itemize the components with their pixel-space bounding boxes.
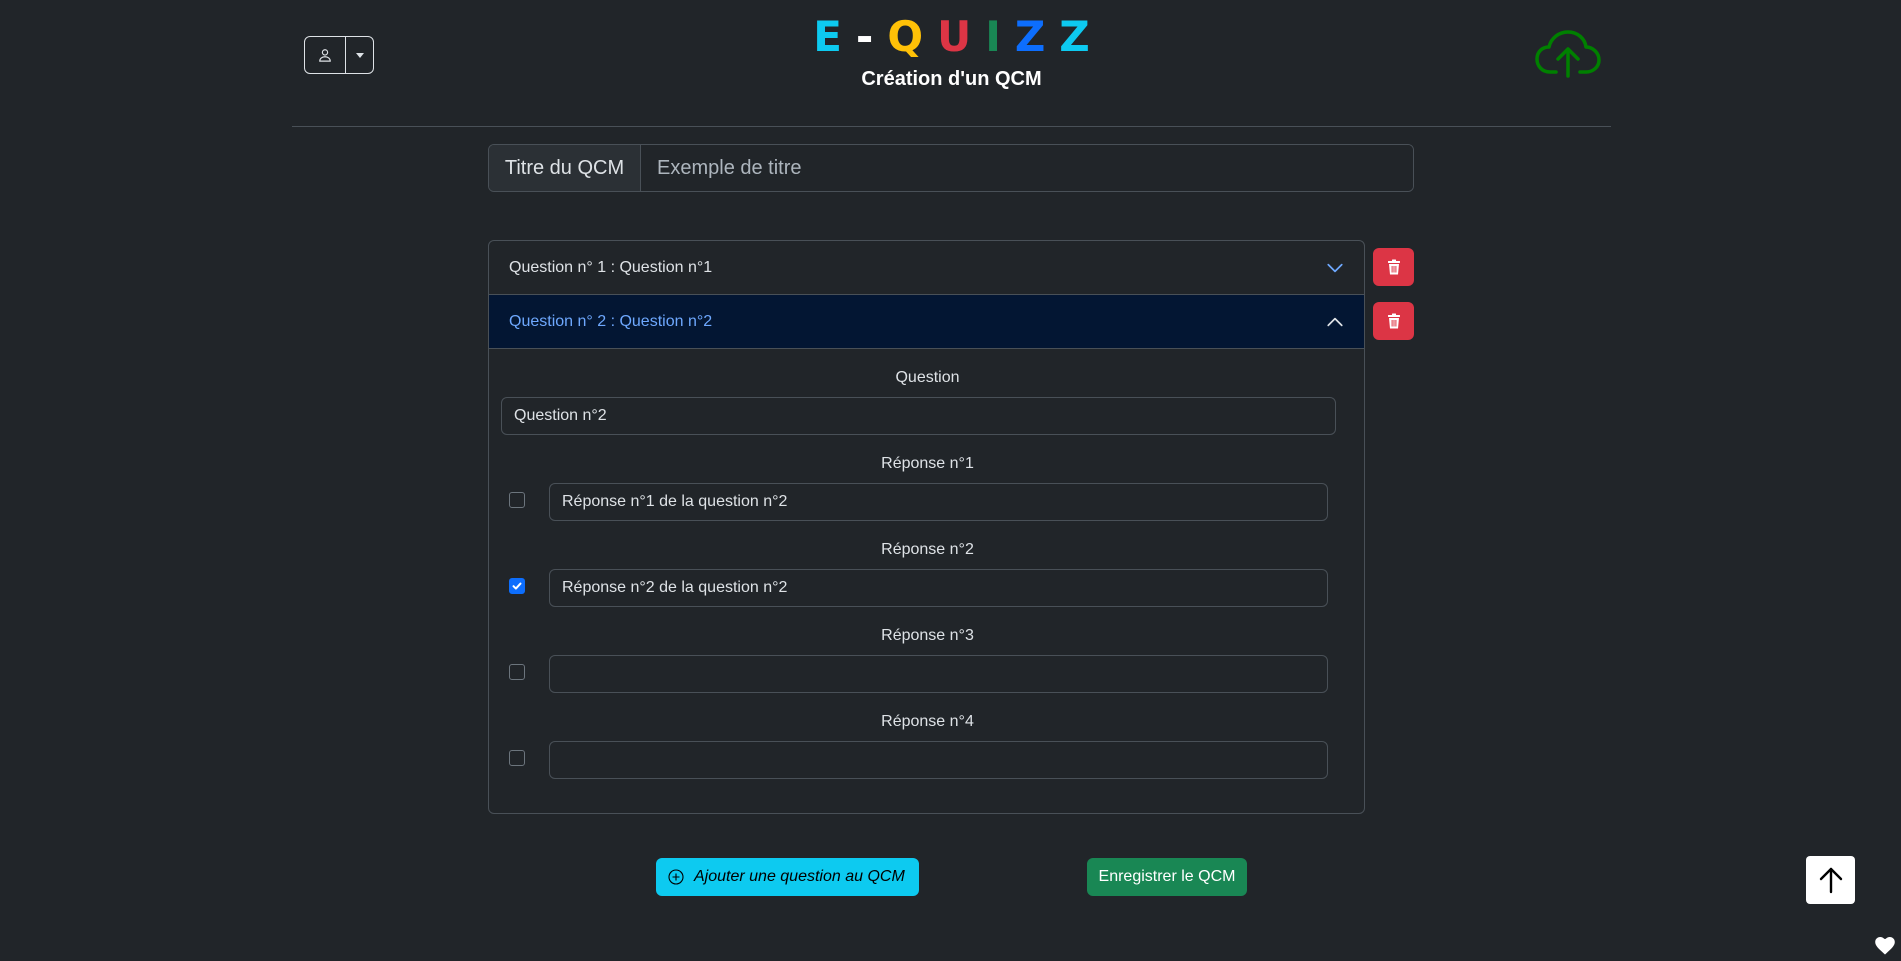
page-subtitle: Création d'un QCM — [861, 68, 1042, 90]
question-text-input[interactable] — [501, 397, 1336, 435]
add-question-label: Ajouter une question au QCM — [694, 868, 905, 885]
question-header-label: Question n° 2 : Question n°2 — [509, 312, 713, 330]
question-1-header[interactable]: Question n° 1 : Question n°1 — [489, 241, 1364, 295]
brand-logo: E-QUIZZ — [292, 12, 1611, 61]
answer-3-checkbox[interactable] — [509, 664, 525, 680]
cloud-upload-icon[interactable] — [1534, 28, 1602, 80]
chevron-up-icon — [1327, 317, 1343, 326]
page-header: E-QUIZZ Création d'un QCM — [292, 0, 1611, 127]
heart-icon[interactable] — [1875, 937, 1895, 955]
qcm-title-label: Titre du QCM — [489, 145, 641, 191]
answer-4-checkbox[interactable] — [509, 750, 525, 766]
brand-letter: Z — [1014, 12, 1046, 61]
brand-letter: Z — [1059, 12, 1090, 61]
question-field-label: Question — [895, 369, 960, 386]
question-2-header[interactable]: Question n° 2 : Question n°2 — [489, 295, 1364, 349]
question-2-body: Question Réponse n°1 Réponse n°2 Réponse… — [489, 349, 1364, 813]
trash-icon — [1387, 313, 1400, 329]
arrow-up-icon — [1819, 867, 1842, 894]
delete-question-1-button[interactable] — [1373, 248, 1414, 286]
answer-1-label: Réponse n°1 — [881, 455, 974, 472]
answer-2-checkbox[interactable] — [509, 578, 525, 594]
answer-2-label: Réponse n°2 — [881, 541, 974, 558]
answer-4-label: Réponse n°4 — [881, 713, 974, 730]
brand-letter: I — [985, 12, 1001, 61]
answer-1-input[interactable] — [549, 483, 1328, 521]
answer-2-input[interactable] — [549, 569, 1328, 607]
qcm-title-input[interactable] — [641, 145, 1413, 191]
brand-letter: U — [937, 12, 972, 61]
brand-letter: Q — [887, 12, 924, 61]
delete-question-2-button[interactable] — [1373, 302, 1414, 340]
answer-3-input[interactable] — [549, 655, 1328, 693]
plus-circle-icon — [668, 869, 684, 885]
trash-icon — [1387, 259, 1400, 275]
scroll-top-button[interactable] — [1806, 856, 1855, 904]
brand-letter: E — [813, 12, 842, 61]
answer-4-input[interactable] — [549, 741, 1328, 779]
save-qcm-button[interactable]: Enregistrer le QCM — [1087, 858, 1247, 896]
answer-3-label: Réponse n°3 — [881, 627, 974, 644]
add-question-button[interactable]: Ajouter une question au QCM — [656, 858, 919, 896]
questions-accordion: Question n° 1 : Question n°1 Question n°… — [488, 240, 1365, 814]
qcm-title-group: Titre du QCM — [488, 144, 1414, 192]
check-icon — [512, 582, 522, 590]
brand-letter: - — [855, 12, 874, 61]
chevron-down-icon — [1327, 263, 1343, 272]
question-header-label: Question n° 1 : Question n°1 — [509, 258, 713, 276]
answer-1-checkbox[interactable] — [509, 492, 525, 508]
